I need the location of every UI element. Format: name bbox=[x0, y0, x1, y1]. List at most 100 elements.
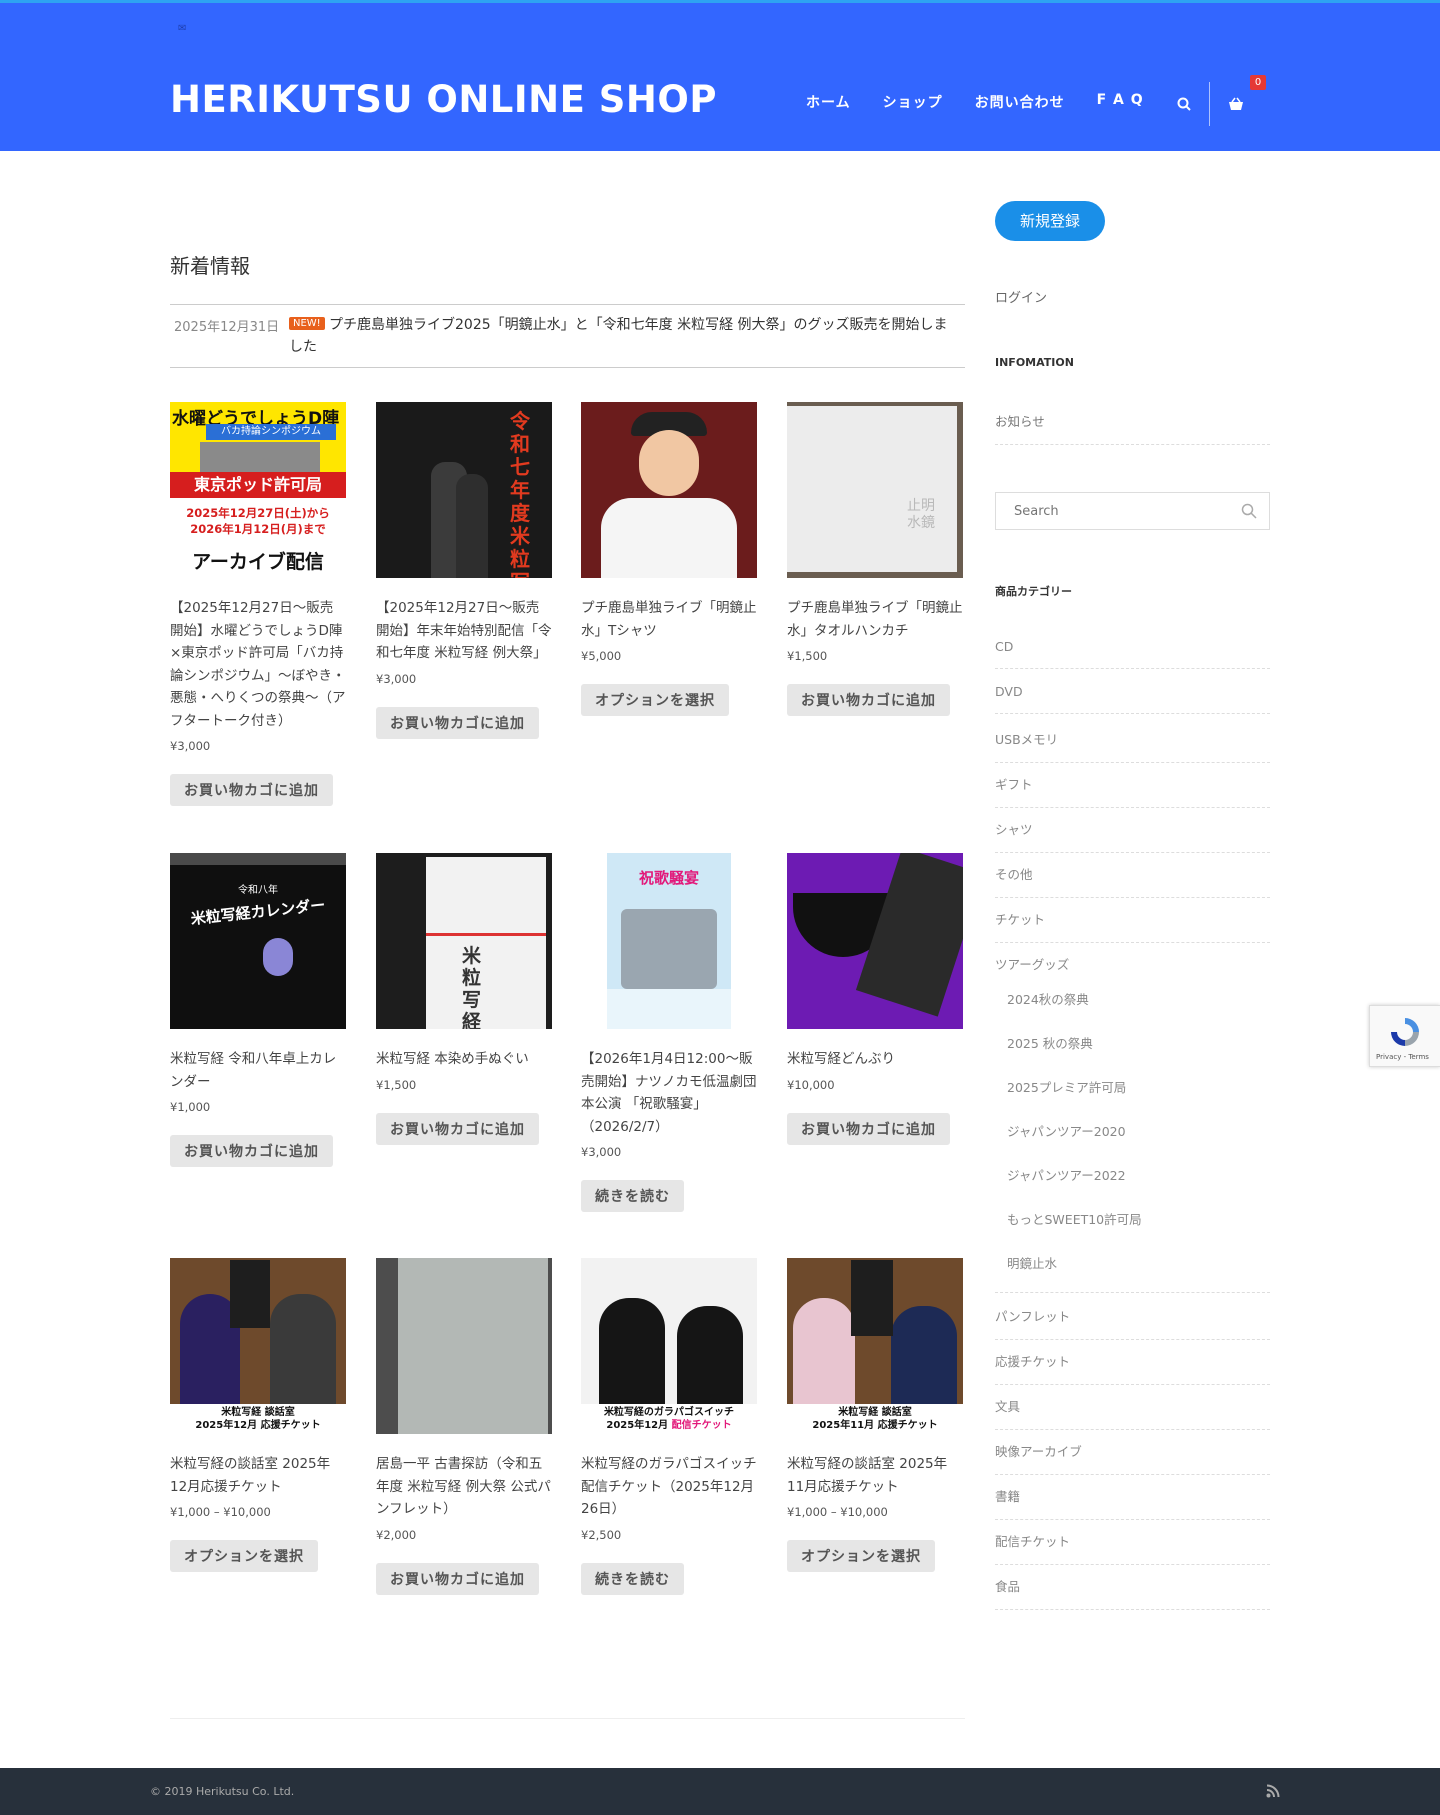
nav-contact[interactable]: お問い合わせ bbox=[959, 88, 1081, 116]
product-image[interactable] bbox=[581, 402, 757, 578]
category-food[interactable]: 食品 bbox=[995, 1576, 1270, 1610]
category-shirt[interactable]: シャツ bbox=[995, 819, 1270, 853]
subcategory-item[interactable]: 明鏡止水 bbox=[1007, 1253, 1057, 1272]
read-more-button[interactable]: 続きを読む bbox=[581, 1180, 684, 1212]
product-name[interactable]: プチ鹿島単独ライブ「明鏡止水」Tシャツ bbox=[581, 597, 757, 642]
category-gift[interactable]: ギフト bbox=[995, 774, 1270, 808]
product-name[interactable]: 【2026年1月4日12:00～販売開始】ナツノカモ低温劇団 本公演 「祝歌騒宴… bbox=[581, 1048, 757, 1138]
search-input[interactable] bbox=[1014, 493, 1234, 529]
add-to-cart-button[interactable]: お買い物カゴに追加 bbox=[787, 684, 950, 716]
product-price: ¥1,000 bbox=[170, 1100, 211, 1114]
product-price: ¥2,500 bbox=[581, 1527, 622, 1542]
search-icon[interactable] bbox=[1241, 503, 1257, 519]
category-stationery[interactable]: 文具 bbox=[995, 1396, 1270, 1430]
add-to-cart-button[interactable]: お買い物カゴに追加 bbox=[170, 1135, 333, 1167]
subcategory-item[interactable]: 2025 秋の祭典 bbox=[1007, 1033, 1093, 1052]
product-name[interactable]: プチ鹿島単独ライブ「明鏡止水」タオルハンカチ bbox=[787, 597, 963, 642]
product-card: 居島一平 古書探訪（令和五年度 米粒写経 例大祭 公式パンフレット） ¥2,00… bbox=[376, 1258, 552, 1595]
product-card: 米粒写経どんぶり ¥10,000 お買い物カゴに追加 bbox=[787, 853, 963, 1145]
product-image[interactable]: 米粒写経 談話室 2025年11月 応援チケット bbox=[787, 1258, 963, 1434]
thumb-title: 祝歌騒宴 bbox=[638, 869, 699, 887]
product-card: 米粒写経 談話室 2025年12月 応援チケット 米粒写経の談話室 2025年1… bbox=[170, 1258, 346, 1572]
product-name[interactable]: 【2025年12月27日～販売開始】水曜どうでしょうD陣×東京ポッド許可局「バカ… bbox=[170, 597, 346, 732]
category-usb[interactable]: USBメモリ bbox=[995, 729, 1270, 763]
basket-icon bbox=[1228, 97, 1243, 110]
recaptcha-icon bbox=[1391, 1018, 1419, 1046]
product-name[interactable]: 米粒写経の談話室 2025年11月応援チケット bbox=[787, 1453, 963, 1498]
info-link-news[interactable]: お知らせ bbox=[995, 411, 1270, 445]
category-tour-goods[interactable]: ツアーグッズ bbox=[995, 954, 1270, 973]
product-price: ¥1,500 bbox=[376, 1077, 417, 1092]
nav-home[interactable]: ホーム bbox=[790, 88, 867, 116]
category-video-archive[interactable]: 映像アーカイブ bbox=[995, 1441, 1270, 1475]
recaptcha-text[interactable]: Privacy - Terms bbox=[1376, 1053, 1429, 1061]
select-options-button[interactable]: オプションを選択 bbox=[787, 1540, 935, 1572]
category-support-ticket[interactable]: 応援チケット bbox=[995, 1351, 1270, 1385]
category-pamphlet[interactable]: パンフレット bbox=[995, 1306, 1270, 1340]
info-heading: INFOMATION bbox=[995, 356, 1074, 369]
product-name[interactable]: 居島一平 古書探訪（令和五年度 米粒写経 例大祭 公式パンフレット） bbox=[376, 1453, 552, 1521]
add-to-cart-button[interactable]: お買い物カゴに追加 bbox=[170, 774, 333, 806]
subcategory-item[interactable]: もっとSWEET10許可局 bbox=[1007, 1209, 1142, 1228]
add-to-cart-button[interactable]: お買い物カゴに追加 bbox=[376, 706, 539, 739]
thumb-title: 米粒写経 bbox=[462, 945, 482, 1029]
thumb-foot: 米粒写経 談話室 2025年11月 応援チケット bbox=[787, 1404, 963, 1434]
read-more-button[interactable]: 続きを読む bbox=[581, 1562, 684, 1595]
select-options-button[interactable]: オプションを選択 bbox=[581, 684, 729, 716]
product-image[interactable]: 祝歌騒宴 bbox=[581, 853, 757, 1029]
product-name[interactable]: 米粒写経 令和八年卓上カレンダー bbox=[170, 1048, 346, 1093]
product-image[interactable]: 米粒写経のガラパゴスイッチ 2025年12月 配信チケット bbox=[581, 1258, 757, 1434]
header-tools bbox=[1158, 82, 1261, 126]
thumb-foot: 米粒写経 談話室 2025年12月 応援チケット bbox=[170, 1404, 346, 1434]
recaptcha-badge[interactable]: Privacy - Terms bbox=[1369, 1005, 1440, 1067]
product-image[interactable] bbox=[787, 853, 963, 1029]
header-search-button[interactable] bbox=[1158, 82, 1209, 126]
subcategory-item[interactable]: ジャパンツアー2020 bbox=[1007, 1121, 1126, 1140]
product-image[interactable]: 水曜どうでしょうD陣 バカ持論シンポジウム 東京ポッド許可局 2025年12月2… bbox=[170, 402, 346, 578]
category-dvd[interactable]: DVD bbox=[995, 684, 1270, 714]
category-other[interactable]: その他 bbox=[995, 864, 1270, 898]
product-image[interactable]: 令和八年 米粒写経カレンダー bbox=[170, 853, 346, 1029]
category-stream-ticket[interactable]: 配信チケット bbox=[995, 1531, 1270, 1565]
site-logo[interactable]: HERIKUTSU ONLINE SHOP bbox=[170, 78, 717, 121]
news-heading: 新着情報 bbox=[170, 254, 250, 278]
site-header: ✉ bbox=[0, 3, 1440, 151]
product-card: 祝歌騒宴 【2026年1月4日12:00～販売開始】ナツノカモ低温劇団 本公演 … bbox=[581, 853, 757, 1212]
news-link[interactable]: プチ鹿島単独ライブ2025「明鏡止水」と「令和七年度 米粒写経 例大祭」のグッズ… bbox=[289, 314, 959, 358]
signup-button[interactable]: 新規登録 bbox=[995, 201, 1105, 241]
category-books[interactable]: 書籍 bbox=[995, 1486, 1270, 1520]
product-image[interactable]: 止明水鏡 bbox=[787, 402, 963, 578]
thumb-subtitle: バカ持論シンポジウム bbox=[206, 424, 336, 440]
product-name[interactable]: 【2025年12月27日～販売開始】年末年始特別配信「令和七年度 米粒写経 例大… bbox=[376, 597, 552, 665]
product-image[interactable] bbox=[376, 1258, 552, 1434]
category-cd[interactable]: CD bbox=[995, 639, 1270, 669]
product-name[interactable]: 米粒写経のガラパゴスイッチ 配信チケット（2025年12月26日） bbox=[581, 1453, 770, 1521]
product-name[interactable]: 米粒写経の談話室 2025年12月応援チケット bbox=[170, 1453, 346, 1498]
subcategory-item[interactable]: ジャパンツアー2022 bbox=[1007, 1165, 1126, 1184]
product-card: 米粒写経のガラパゴスイッチ 2025年12月 配信チケット 米粒写経のガラパゴス… bbox=[581, 1258, 770, 1595]
product-price: ¥1,000 – ¥10,000 bbox=[170, 1505, 271, 1519]
thumb-foot: アーカイブ配信 bbox=[192, 551, 324, 573]
product-image[interactable]: 米粒写経 談話室 2025年12月 応援チケット bbox=[170, 1258, 346, 1434]
login-link[interactable]: ログイン bbox=[995, 287, 1047, 306]
category-ticket[interactable]: チケット bbox=[995, 909, 1270, 943]
product-price: ¥2,000 bbox=[376, 1527, 417, 1542]
rss-icon[interactable] bbox=[1266, 1784, 1280, 1798]
product-image[interactable]: 令和七年度 米粒写経 例大祭 bbox=[376, 402, 552, 578]
subcategory-item[interactable]: 2025プレミア許可局 bbox=[1007, 1077, 1126, 1096]
product-name[interactable]: 米粒写経 本染め手ぬぐい bbox=[376, 1048, 552, 1071]
product-image[interactable]: 米粒写経 bbox=[376, 853, 552, 1029]
add-to-cart-button[interactable]: お買い物カゴに追加 bbox=[376, 1562, 539, 1595]
main-nav: ホーム ショップ お問い合わせ F A Q bbox=[790, 88, 1160, 116]
product-price: ¥3,000 bbox=[581, 1145, 622, 1159]
select-options-button[interactable]: オプションを選択 bbox=[170, 1540, 318, 1572]
add-to-cart-button[interactable]: お買い物カゴに追加 bbox=[787, 1112, 950, 1145]
site-footer: © 2019 Herikutsu Co. Ltd. bbox=[0, 1768, 1440, 1815]
product-name[interactable]: 米粒写経どんぶり bbox=[787, 1048, 963, 1071]
nav-faq[interactable]: F A Q bbox=[1081, 88, 1160, 116]
nav-shop[interactable]: ショップ bbox=[867, 88, 959, 116]
cart-count-badge: 0 bbox=[1250, 75, 1266, 90]
subcategory-item[interactable]: 2024秋の祭典 bbox=[1007, 989, 1089, 1008]
subcategory-divider bbox=[995, 1292, 1270, 1293]
add-to-cart-button[interactable]: お買い物カゴに追加 bbox=[376, 1112, 539, 1145]
